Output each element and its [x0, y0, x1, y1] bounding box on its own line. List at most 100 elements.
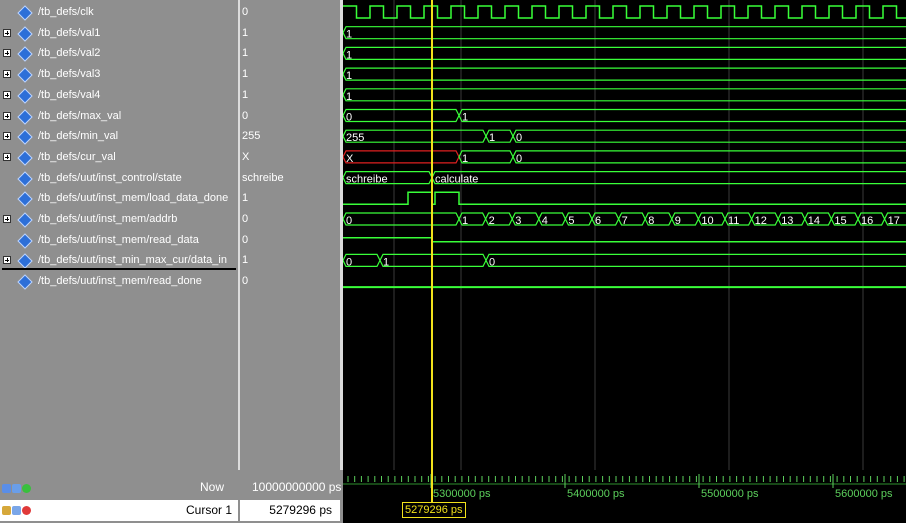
signal-row[interactable]: /tb_defs/val1: [0, 23, 238, 44]
signal-name: /tb_defs/uut/inst_control/state: [38, 171, 182, 184]
addrb-wave-value-label: 16: [861, 215, 873, 227]
signal-value: 1: [242, 88, 249, 101]
timeline-label: 5300000 ps: [433, 488, 491, 500]
plus-icon[interactable]: [3, 215, 11, 223]
max_val-wave-segment: [458, 108, 906, 123]
plus-icon[interactable]: [3, 111, 11, 120]
plus-icon[interactable]: [3, 28, 11, 37]
addrb-wave-value-label: 6: [595, 215, 601, 227]
data_in-wave-value-label: 0: [346, 256, 352, 268]
val4-wave-segment: [343, 88, 906, 102]
clk-wave: [343, 5, 906, 19]
signal-name: /tb_defs/uut/inst_mem/load_data_done: [38, 192, 229, 205]
signal-row[interactable]: /tb_defs/uut/inst_mem/addrb: [0, 209, 238, 230]
cur_val-wave-value-label: 0: [516, 153, 522, 165]
signal-row[interactable]: /tb_defs/uut/inst_mem/read_data: [0, 230, 238, 251]
now-label: Now: [200, 480, 225, 494]
signal-value: 0: [242, 6, 249, 18]
max_val-wave-value-label: 1: [462, 112, 468, 124]
timeline-label: 5400000 ps: [567, 488, 625, 500]
signal-name: /tb_defs/uut/inst_mem/read_done: [38, 275, 202, 288]
signal-value: 1: [242, 192, 249, 205]
signal-name: /tb_defs/clk: [38, 6, 94, 18]
val3-wave-value-label: 1: [346, 70, 352, 82]
addrb-wave-value-label: 9: [675, 215, 681, 227]
lock-icon[interactable]: [2, 506, 11, 515]
signal-name: /tb_defs/val4: [38, 88, 101, 101]
addrb-wave-value-label: 10: [701, 215, 713, 227]
diamond-icon: [17, 170, 33, 187]
cur_val-wave-value-label: 1: [462, 153, 468, 165]
addrb-wave-value-label: 13: [781, 215, 793, 227]
plus-icon[interactable]: [3, 152, 11, 161]
signal-name: /tb_defs/val1: [38, 26, 101, 39]
diamond-icon: [17, 212, 33, 228]
val1-wave-segment: [343, 26, 906, 40]
signal-value: 0: [242, 213, 249, 225]
diamond-icon: [17, 25, 33, 42]
signal-value: 1: [242, 26, 249, 39]
cursor-value-field[interactable]: 5279296 ps: [240, 500, 340, 521]
addrb-wave-value-label: 15: [834, 215, 846, 227]
pane-divider[interactable]: [238, 0, 240, 523]
diamond-icon: [17, 150, 33, 166]
signal-row[interactable]: /tb_defs/uut/inst_mem/load_data_done: [0, 188, 238, 209]
read_data-wave: [343, 236, 906, 243]
val1-wave-value-label: 1: [346, 29, 352, 41]
diamond-icon: [17, 274, 33, 290]
signal-row[interactable]: /tb_defs/uut/inst_control/state: [0, 168, 238, 189]
add-icon[interactable]: [12, 484, 21, 493]
signal-name: /tb_defs/val2: [38, 47, 101, 60]
diamond-icon: [17, 108, 33, 125]
diamond-icon: [17, 191, 33, 208]
addrb-wave-value-label: 17: [888, 215, 900, 227]
diamond-icon: [17, 232, 33, 249]
signal-name: /tb_defs/cur_val: [38, 150, 116, 163]
min_val-wave-value-label: 255: [346, 132, 364, 144]
addrb-wave-value-label: 3: [515, 215, 521, 227]
addrb-wave-value-label: 2: [489, 215, 495, 227]
signal-row[interactable]: /tb_defs/clk: [0, 2, 238, 23]
plus-icon[interactable]: [3, 70, 11, 79]
signal-name: /tb_defs/uut/inst_mem/read_data: [38, 233, 199, 246]
cursor-flag[interactable]: 5279296 ps: [402, 502, 466, 518]
signal-row[interactable]: /tb_defs/val3: [0, 64, 238, 85]
state-wave-value-label: schreibe: [346, 174, 388, 186]
signal-row[interactable]: /tb_defs/uut/inst_mem/read_done: [0, 271, 238, 292]
addrb-wave-value-label: 11: [728, 215, 739, 227]
signal-row[interactable]: /tb_defs/cur_val: [0, 147, 238, 168]
signal-row[interactable]: /tb_defs/val2: [0, 43, 238, 64]
cursor-name-field[interactable]: Cursor 1: [0, 500, 238, 521]
cursor-value: 5279296 ps: [269, 503, 332, 517]
diamond-icon: [17, 88, 33, 104]
signal-value: 0: [242, 109, 249, 122]
signal-value: 255: [242, 130, 261, 143]
min_val-wave-segment: [343, 129, 487, 143]
cur_val-wave-value-label: X: [346, 153, 354, 165]
addrb-wave-value-label: 1: [462, 215, 468, 227]
signal-row[interactable]: /tb_defs/val4: [0, 85, 238, 106]
plus-icon[interactable]: [3, 132, 11, 141]
val2-wave-value-label: 1: [346, 49, 352, 61]
cur_val-wave-segment: [343, 150, 460, 164]
min_val-wave-value-label: 1: [489, 132, 495, 144]
signal-value: 1: [242, 254, 249, 267]
add-icon[interactable]: [22, 484, 31, 493]
addrb-wave-segment: [343, 212, 460, 226]
signal-name: /tb_defs/min_val: [38, 130, 119, 143]
zoom-icon[interactable]: [2, 484, 11, 493]
waveform-pane[interactable]: 11110 1255 1 0X 1 0schreibe calculate0 1 2 3 4 5 6 7 8…: [343, 0, 906, 470]
signal-value: 1: [242, 47, 249, 60]
edit-icon[interactable]: [12, 506, 21, 515]
plus-icon[interactable]: [3, 256, 11, 265]
signal-row[interactable]: /tb_defs/max_val: [0, 106, 238, 127]
load_data_done-wave: [343, 191, 906, 206]
state-wave-segment: [431, 171, 906, 185]
signal-row[interactable]: /tb_defs/min_val: [0, 126, 238, 147]
plus-icon[interactable]: [3, 90, 11, 99]
val3-wave-segment: [343, 67, 906, 81]
plus-icon[interactable]: [3, 49, 11, 58]
delete-icon[interactable]: [22, 506, 31, 515]
timeline-label: 5500000 ps: [701, 488, 759, 500]
val4-wave-value-label: 1: [346, 91, 352, 103]
